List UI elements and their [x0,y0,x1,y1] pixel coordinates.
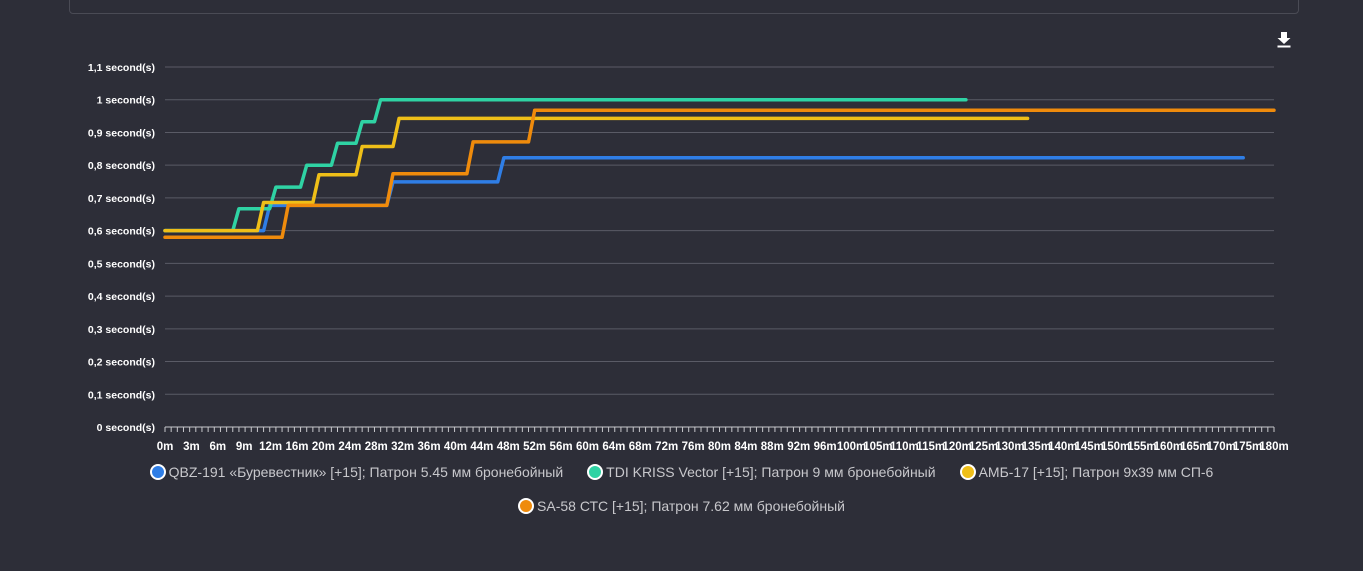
grid-lines [165,66,1274,428]
x-tick-label: 175m [1233,441,1262,453]
x-tick-label: 100m [837,441,866,453]
x-tick-label: 96m [814,441,837,453]
x-tick-label: 120m [942,441,971,453]
y-tick-label: 0,8 second(s) [88,160,155,172]
y-tick-label: 0,5 second(s) [88,258,155,270]
x-tick-label: 155m [1127,441,1156,453]
x-tick-label: 88m [761,441,784,453]
x-tick-label: 145m [1074,441,1103,453]
y-tick-label: 1 second(s) [97,95,155,107]
legend-marker-icon [587,464,604,480]
series-line-3[interactable] [163,116,1030,233]
y-tick-label: 0,6 second(s) [88,226,155,238]
y-tick-label: 0 second(s) [97,422,155,434]
x-tick-label: 20m [312,441,335,453]
x-tick-label: 6m [209,441,226,453]
y-tick-label: 0,1 second(s) [88,389,155,401]
chart-canvas: 0 second(s) 0,1 second(s) 0,2 second(s) 0,3… [88,62,1289,453]
x-tick-label: 180m [1259,441,1288,453]
x-tick-label: 170m [1206,441,1235,453]
y-tick-label: 0,7 second(s) [88,193,155,205]
x-tick-label: 44m [470,441,493,453]
y-tick-label: 1,1 second(s) [88,62,155,74]
x-tick-label: 28m [365,441,388,453]
x-tick-label: 110m [890,441,919,453]
x-tick-label: 125m [969,441,998,453]
x-tick-label: 135m [1022,441,1051,453]
x-tick-label: 92m [787,441,810,453]
x-tick-label: 64m [602,441,625,453]
x-tick-label: 115m [916,441,945,453]
x-tick-label: 165m [1180,441,1209,453]
x-axis: 0m 3m 6m 9m 12m 16m 20m 24m 28m 32m 36m 40m 44m 48m 52… [157,426,1289,453]
legend-item-4[interactable]: SA-58 СТС [+15]; Патрон 7.62 мм бронебой… [518,498,845,514]
y-tick-label: 0,4 second(s) [88,291,155,303]
series-lines [163,97,1276,239]
x-tick-label: 32m [391,441,414,453]
x-tick-label: 72m [655,441,678,453]
x-tick-label: 60m [576,441,599,453]
x-tick-label: 12m [259,441,282,453]
x-tick-label: 16m [286,441,309,453]
x-tick-label: 48m [497,441,520,453]
legend-item-3[interactable]: АМБ-17 [+15]; Патрон 9х39 мм СП-6 [959,464,1214,480]
x-tick-label: 160m [1154,441,1183,453]
series-line-1[interactable] [163,155,1245,233]
x-tick-label: 24m [338,441,361,453]
legend-item-2[interactable]: TDI KRISS Vector [+15]; Патрон 9 мм брон… [587,464,936,480]
x-tick-label: 0m [157,441,174,453]
legend-label: TDI KRISS Vector [+15]; Патрон 9 мм брон… [606,464,936,480]
x-tick-label: 68m [629,441,652,453]
legend: QBZ-191 «Буревестник» [+15]; Патрон 5.45… [0,464,1363,514]
x-tick-label: 40m [444,441,467,453]
legend-marker-icon [149,464,166,480]
x-tick-label: 56m [550,441,573,453]
legend-label: АМБ-17 [+15]; Патрон 9х39 мм СП-6 [978,464,1214,480]
x-tick-label: 130m [995,441,1024,453]
legend-marker-icon [518,498,535,514]
legend-label: QBZ-191 «Буревестник» [+15]; Патрон 5.45… [168,464,564,480]
x-tick-label: 150m [1101,441,1130,453]
x-tick-label: 80m [708,441,731,453]
x-tick-label: 9m [236,441,253,453]
y-tick-label: 0,3 second(s) [88,324,155,336]
y-tick-label: 0,9 second(s) [88,127,155,139]
y-tick-label: 0,2 second(s) [88,357,155,369]
legend-item-1[interactable]: QBZ-191 «Буревестник» [+15]; Патрон 5.45… [149,464,564,480]
x-tick-label: 84m [734,441,757,453]
legend-label: SA-58 СТС [+15]; Патрон 7.62 мм бронебой… [537,498,845,514]
x-tick-label: 36m [418,441,441,453]
x-tick-label: 105m [863,441,892,453]
x-tick-label: 3m [183,441,200,453]
legend-marker-icon [959,464,976,480]
y-axis-labels: 0 second(s) 0,1 second(s) 0,2 second(s) 0,3… [88,62,155,434]
x-tick-label: 76m [682,441,705,453]
x-tick-label: 52m [523,441,546,453]
x-tick-label: 140m [1048,441,1077,453]
